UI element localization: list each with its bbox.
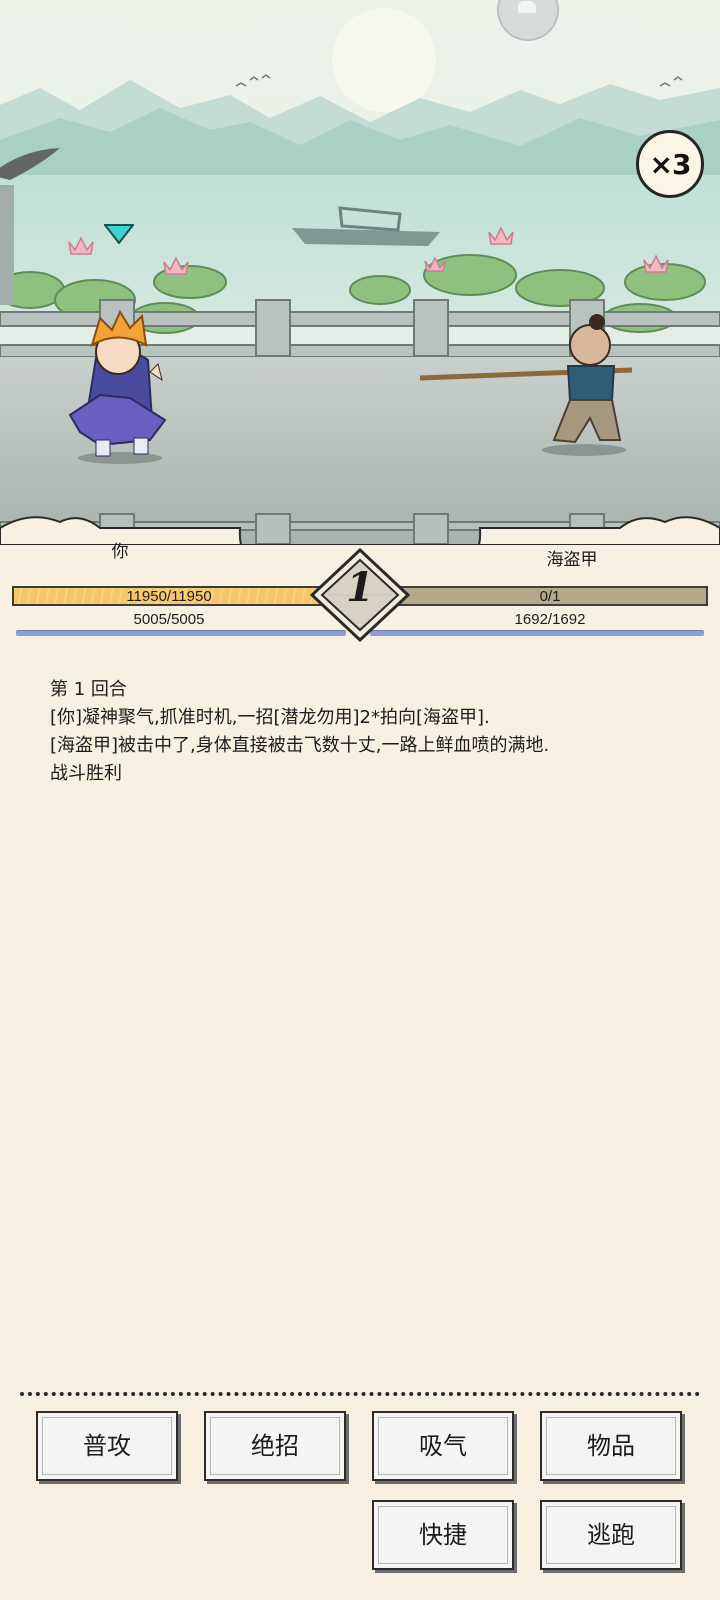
sun (332, 8, 436, 112)
log-line: 战斗胜利 (50, 763, 122, 784)
battle-scene: ×3 (0, 0, 720, 545)
helmet-icon (518, 1, 536, 13)
attack-button[interactable]: 普攻 (36, 1411, 178, 1481)
log-line: [海盗甲]被击中了,身体直接被击飞数十丈,一路上鲜血喷的满地. (50, 735, 550, 756)
target-marker-icon (104, 224, 134, 244)
player-hp-bar: 11950/11950 (12, 586, 326, 606)
enemy-hp-bar: 0/1 (392, 586, 708, 606)
player-mp-bar (16, 630, 346, 636)
battle-log: 第 1 回合 [你]凝神聚气,抓准时机,一招[潜龙勿用]2*拍向[海盗甲]. [… (50, 676, 710, 788)
flee-button[interactable]: 逃跑 (540, 1500, 682, 1570)
enemy-mp-bar (370, 630, 704, 636)
enemy-hp-text: 0/1 (539, 588, 561, 605)
player-mp-text: 5005/5005 (133, 611, 205, 628)
enemy-mp-text: 1692/1692 (514, 611, 586, 628)
ultimate-button[interactable]: 绝招 (204, 1411, 346, 1481)
enemy-name: 海盗甲 (546, 550, 598, 570)
shortcut-button[interactable]: 快捷 (372, 1500, 514, 1570)
player-hp-text: 11950/11950 (126, 588, 212, 605)
player-name: 你 (111, 542, 129, 562)
round-number: 1 (346, 564, 374, 611)
absorb-qi-button[interactable]: 吸气 (372, 1411, 514, 1481)
dotted-divider (20, 1392, 700, 1396)
speed-toggle-button[interactable]: ×3 (636, 130, 704, 198)
log-line: 第 1 回合 (50, 679, 127, 700)
items-button[interactable]: 物品 (540, 1411, 682, 1481)
scene-background (0, 0, 720, 545)
speed-multiplier-label: ×3 (649, 147, 692, 181)
log-line: [你]凝神聚气,抓准时机,一招[潜龙勿用]2*拍向[海盗甲]. (50, 707, 490, 728)
